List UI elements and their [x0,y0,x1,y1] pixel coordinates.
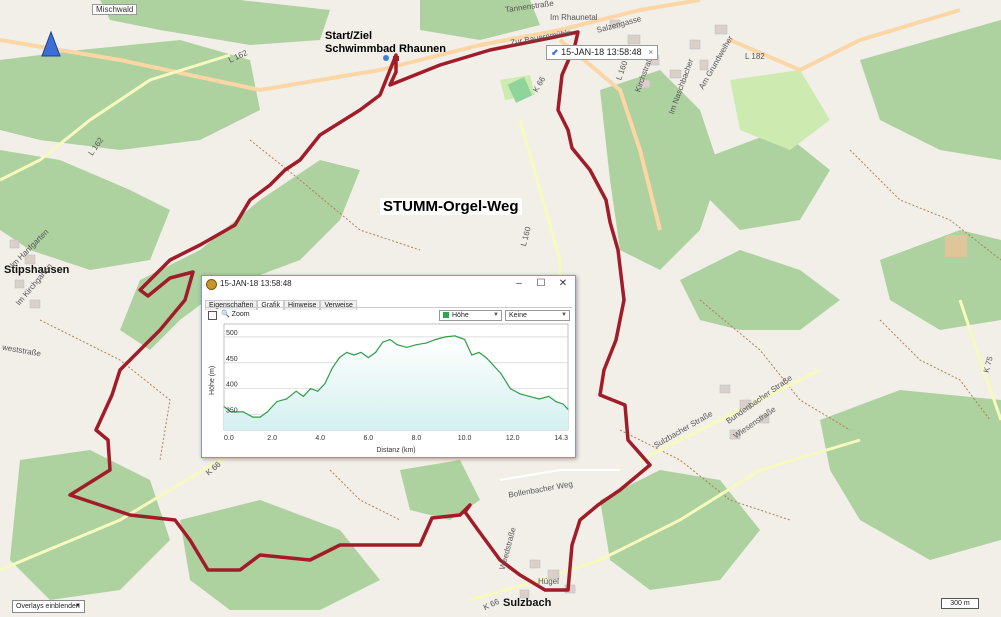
elevation-point [317,390,319,392]
x-tick-label: 0.0 [224,435,234,442]
elevation-point [492,364,494,366]
elevation-point [567,408,569,410]
elevation-point [302,395,304,397]
elevation-point [471,354,473,356]
elevation-point [396,344,398,346]
tooltip-text: 15-JAN-18 13:58:48 [561,47,642,57]
elevation-point [353,354,355,356]
elevation-point [415,344,417,346]
flag-icon [393,56,399,61]
tooltip-close-icon[interactable]: × [648,47,653,57]
pin-icon [383,55,389,61]
y-axis-select-value: Höhe [452,312,469,319]
elevation-point [444,336,446,338]
x-axis-label: Distanz (km) [376,447,415,454]
elevation-point [435,338,437,341]
elevation-point [276,401,278,403]
elevation-point [485,357,487,359]
elevation-point [324,382,326,385]
scale-bar: 300 m [941,598,979,609]
x-tick-label: 8.0 [412,435,422,442]
elevation-point [389,338,391,341]
elevation-point [509,388,511,390]
elevation-point [548,395,550,397]
elevation-point [266,411,268,413]
elevation-point [331,367,333,369]
y-tick-label: 400 [226,382,238,389]
elevation-point [454,335,456,337]
maximize-button[interactable]: ☐ [531,277,551,291]
scale-label: 300 m [950,600,970,607]
zoom-label: 🔍 Zoom [221,311,250,318]
green-swatch-icon [443,312,449,319]
x-tick-labels: 0.0 2.0 4.0 6.0 8.0 10.0 12.0 14.3 [224,435,568,442]
y-tick-label: 350 [226,407,238,414]
elevation-point [295,390,297,392]
chevron-down-icon: ▼ [75,603,81,609]
graph-window[interactable]: 15-JAN-18 13:58:48 – ☐ ✕ Eigenschaften Gr… [201,275,576,458]
y-tick-label: 500 [226,330,238,337]
x-tick-label: 14.3 [554,435,568,442]
x-tick-label: 4.0 [315,435,325,442]
elevation-point [252,416,254,418]
elevation-point [478,351,480,353]
zoom-text: Zoom [231,311,250,318]
overlays-button-label: Overlays einblenden [16,603,80,610]
brown-area [945,235,967,257]
graph-window-title: 15-JAN-18 13:58:48 [220,279,292,288]
graph-tabs: Eigenschaften Grafik Hinweise Verweise [205,294,357,310]
graph-toolbar: 🔍 Zoom Höhe ▼ Keine ▼ [205,307,572,321]
elevation-point [500,372,502,374]
x-tick-label: 6.0 [363,435,373,442]
x-tick-label: 12.0 [506,435,520,442]
overlays-button[interactable]: Overlays einblenden ▼ [12,600,85,613]
app-icon [206,279,217,290]
elevation-chart[interactable]: 350 400 450 500 0.0 2.0 4.0 6.0 8.0 10.0 12.0 14.3… [202,320,573,456]
elevation-point [538,398,540,400]
elevation-point [562,403,564,405]
elevation-point [382,341,384,343]
elevation-point [285,398,288,400]
y-axis-label: Höhe (m) [209,366,216,395]
elevation-point [555,401,557,403]
y-tick-label: 450 [226,356,238,363]
elevation-point [346,351,348,353]
waypoint-tooltip[interactable]: ⬋ 15-JAN-18 13:58:48 × [546,45,659,60]
overlay-select-value: Keine [509,312,527,319]
elevation-point [338,357,341,359]
elevation-point [223,406,225,408]
elevation-point [425,342,427,344]
elevation-point [310,388,312,390]
x-tick-label: 2.0 [267,435,277,442]
elevation-point [367,357,369,359]
elevation-point [259,416,261,418]
elevation-point [242,411,244,413]
elevation-point [360,351,362,353]
elevation-point [464,338,466,341]
minimize-button[interactable]: – [509,277,529,291]
graph-window-titlebar[interactable]: 15-JAN-18 13:58:48 – ☐ ✕ [202,276,575,292]
elevation-point [375,351,377,353]
tooltip-icon: ⬋ [551,47,559,57]
x-tick-label: 10.0 [458,435,472,442]
close-button[interactable]: ✕ [553,277,573,291]
elevation-point [519,393,521,395]
chevron-down-icon: ▼ [561,312,567,318]
elevation-point [406,346,408,348]
zoom-checkbox[interactable] [208,311,217,320]
elevation-point [528,395,531,397]
chevron-down-icon: ▼ [493,312,499,318]
